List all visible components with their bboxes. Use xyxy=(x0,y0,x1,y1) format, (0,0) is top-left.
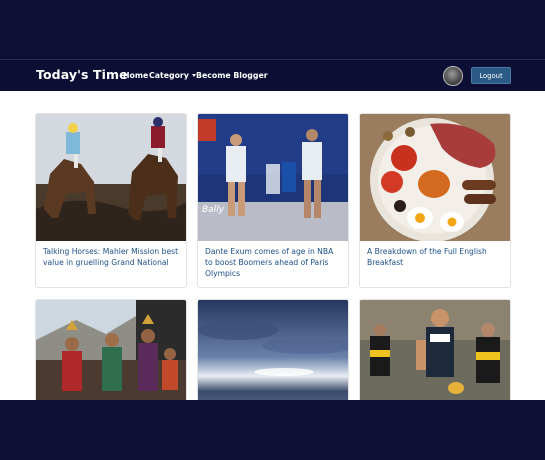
article-card[interactable] xyxy=(359,299,511,400)
svg-text:Bally: Bally xyxy=(202,205,225,215)
article-image-basketball[interactable]: Bally xyxy=(198,114,348,241)
article-title[interactable]: A Breakdown of the Full English Breakfas… xyxy=(367,247,504,269)
site-brand[interactable]: Today's Time xyxy=(36,67,128,82)
horse-racing-illustration xyxy=(36,114,186,241)
article-image-people[interactable] xyxy=(36,300,186,400)
nav-category-dropdown[interactable]: Category xyxy=(149,71,196,80)
football-illustration xyxy=(360,300,510,400)
article-card[interactable]: Talking Horses: Mahler Mission best valu… xyxy=(35,113,187,288)
article-image-breakfast[interactable] xyxy=(360,114,510,241)
article-image-football[interactable] xyxy=(360,300,510,400)
user-avatar[interactable] xyxy=(443,66,463,86)
sky-illustration xyxy=(198,300,348,400)
article-card[interactable] xyxy=(35,299,187,400)
people-illustration xyxy=(36,300,186,400)
article-image-sky[interactable] xyxy=(198,300,348,400)
article-image-horses[interactable] xyxy=(36,114,186,241)
article-card[interactable]: Bally Dante Exum comes of age in NBA to … xyxy=(197,113,349,288)
article-title[interactable]: Talking Horses: Mahler Mission best valu… xyxy=(43,247,180,269)
article-card[interactable] xyxy=(197,299,349,400)
logout-button[interactable]: Logout xyxy=(471,67,511,84)
nav-category-label: Category xyxy=(149,71,189,80)
nav-home[interactable]: Home xyxy=(123,71,148,80)
article-card[interactable]: A Breakdown of the Full English Breakfas… xyxy=(359,113,511,288)
nav-become-blogger[interactable]: Become Blogger xyxy=(196,71,268,80)
navbar: Today's Time Home Category Become Blogge… xyxy=(0,59,545,91)
article-title[interactable]: Dante Exum comes of age in NBA to boost … xyxy=(205,247,342,279)
basketball-illustration: Bally xyxy=(198,114,348,241)
breakfast-illustration xyxy=(360,114,510,241)
app-window: Today's Time Home Category Become Blogge… xyxy=(0,59,545,400)
